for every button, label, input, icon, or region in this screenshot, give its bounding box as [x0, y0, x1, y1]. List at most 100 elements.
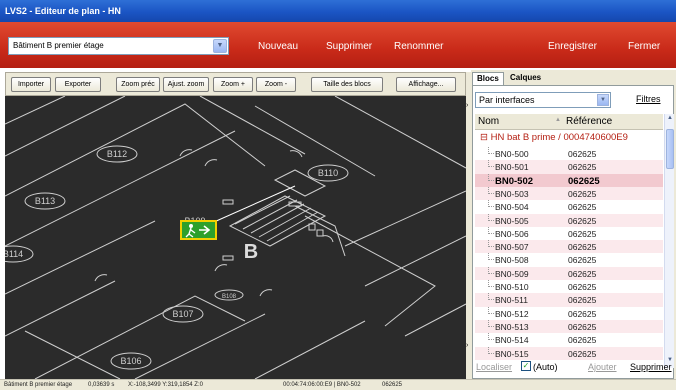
tree-line [488, 213, 494, 221]
row-reference: 062625 [568, 348, 597, 359]
zoom-previous-button[interactable]: Zoom préc [116, 77, 160, 92]
blocks-panel-body: Par interfaces ▼ Filtres Nom ▲ Référence… [472, 85, 674, 379]
status-id: 00:04:74:06:00:E9 | BN0-502 [283, 382, 361, 388]
add-link[interactable]: Ajouter [588, 362, 617, 372]
zoom-out-button[interactable]: Zoom - [256, 77, 296, 92]
exit-sign-icon[interactable] [180, 220, 217, 240]
plan-select[interactable]: Bâtiment B premier étage ▼ [8, 37, 229, 55]
row-reference: 062625 [568, 268, 597, 279]
tree-line [488, 200, 494, 208]
table-row[interactable]: BN0-506 062625 [475, 226, 663, 240]
row-name: BN0-515 [495, 348, 529, 359]
delete-button[interactable]: Supprimer [326, 41, 372, 52]
stair-label: B [244, 241, 258, 263]
column-header-nom[interactable]: Nom [478, 116, 499, 127]
grid-header: Nom ▲ Référence [475, 114, 663, 130]
room-label: B106 [120, 356, 141, 366]
table-row[interactable]: BN0-509 062625 [475, 266, 663, 280]
tree-line [488, 280, 494, 287]
row-reference: 062625 [568, 295, 597, 306]
row-reference: 062625 [568, 202, 597, 213]
row-name: BN0-510 [495, 282, 529, 292]
table-row[interactable]: BN0-510 062625 [475, 280, 663, 293]
row-reference: 062625 [568, 188, 597, 199]
plan-select-value: Bâtiment B premier étage [13, 41, 104, 50]
table-row[interactable]: BN0-507 062625 [475, 240, 663, 254]
tab-blocs[interactable]: Blocs [472, 72, 504, 85]
table-row[interactable]: BN0-501 062625 [475, 160, 663, 174]
row-reference: 062625 [568, 149, 597, 159]
row-name: BN0-509 [495, 268, 529, 279]
row-name: BN0-505 [495, 215, 529, 226]
rename-button[interactable]: Renommer [394, 41, 443, 52]
row-name: BN0-502 [495, 175, 534, 187]
tree-line [488, 266, 494, 274]
locate-link[interactable]: Localiser [476, 362, 512, 372]
row-name: BN0-506 [495, 228, 529, 239]
import-button[interactable]: Importer [11, 77, 51, 92]
table-row[interactable]: BN0-508 062625 [475, 253, 663, 266]
plan-toolbar: Importer Exporter Zoom préc Ajust. zoom … [5, 72, 466, 96]
column-header-reference[interactable]: Référence [566, 116, 612, 127]
table-row[interactable]: BN0-503 062625 [475, 186, 663, 201]
table-row[interactable]: BN0-511 062625 [475, 293, 663, 307]
row-name: BN0-508 [495, 255, 529, 266]
export-button[interactable]: Exporter [55, 77, 101, 92]
row-reference: 062625 [568, 335, 597, 346]
window-title: LVS2 - Editeur de plan - HN [0, 0, 676, 22]
tree-line [488, 319, 494, 327]
sort-arrow-icon: ▲ [555, 117, 561, 123]
close-button[interactable]: Fermer [628, 41, 660, 52]
status-coords: X:-108,3499 Y:319,1854 Z:0 [128, 382, 203, 388]
floor-plan-drawing: B112 B110 B113 B109 B114 B107 B108 B106 … [5, 96, 466, 379]
row-name: BN0-504 [495, 202, 529, 213]
filters-link[interactable]: Filtres [636, 94, 661, 104]
tree-line [488, 346, 494, 354]
table-row[interactable]: BN0-500 062625 [475, 147, 663, 160]
main-toolbar: Bâtiment B premier étage ▼ Nouveau Suppr… [0, 22, 676, 68]
table-row[interactable]: BN0-505 062625 [475, 213, 663, 227]
chevron-right-icon[interactable]: › [466, 102, 468, 109]
table-row[interactable]: BN0-515 062625 [475, 346, 663, 360]
chevron-right-icon[interactable]: › [466, 342, 468, 349]
tab-calques[interactable]: Calques [506, 72, 545, 85]
row-reference: 062625 [568, 242, 597, 253]
chevron-down-icon[interactable]: ▼ [597, 94, 609, 106]
auto-checkbox[interactable]: ✓ [521, 361, 531, 371]
delete-link[interactable]: Supprimer [630, 362, 672, 372]
block-size-button[interactable]: Taille des blocs [311, 77, 383, 92]
tree-group-row[interactable]: ⊟ HN bat B prime / 0004740600E9 [475, 132, 663, 146]
tree-line [488, 147, 494, 154]
row-reference: 062625 [568, 215, 597, 226]
vertical-scrollbar[interactable]: ▲ ▼ [664, 114, 674, 368]
row-reference: 062625 [568, 228, 597, 239]
tree-line [488, 333, 494, 341]
row-name: BN0-511 [495, 295, 528, 306]
room-label: B107 [172, 309, 193, 319]
panel-footer: Localiser ✓ (Auto) Ajouter Supprimer [471, 359, 676, 375]
scrollbar-thumb[interactable] [666, 129, 674, 169]
filter-select-value: Par interfaces [479, 95, 535, 105]
table-row[interactable]: BN0-502 062625 [475, 173, 663, 187]
interface-filter-select[interactable]: Par interfaces ▼ [475, 92, 611, 108]
tree-line [488, 240, 494, 248]
save-button[interactable]: Enregistrer [548, 41, 597, 52]
fit-zoom-button[interactable]: Ajust. zoom [163, 77, 209, 92]
table-row[interactable]: BN0-513 062625 [475, 319, 663, 334]
room-label: B110 [318, 168, 338, 178]
collapse-icon[interactable]: ⊟ [480, 132, 488, 143]
table-row[interactable]: BN0-512 062625 [475, 306, 663, 320]
zoom-in-button[interactable]: Zoom + [213, 77, 253, 92]
chevron-down-icon[interactable]: ▼ [213, 39, 227, 53]
floor-plan-canvas[interactable]: B112 B110 B113 B109 B114 B107 B108 B106 … [5, 96, 466, 379]
tree-line [488, 253, 494, 261]
new-button[interactable]: Nouveau [258, 41, 298, 52]
tree-line [488, 226, 494, 234]
row-reference: 062625 [568, 255, 597, 266]
display-button[interactable]: Affichage... [396, 77, 456, 92]
table-row[interactable]: BN0-504 062625 [475, 200, 663, 213]
row-name: BN0-503 [495, 188, 529, 199]
table-row[interactable]: BN0-514 062625 [475, 333, 663, 346]
row-name: BN0-512 [495, 308, 529, 319]
scroll-up-icon[interactable]: ▲ [666, 115, 674, 125]
